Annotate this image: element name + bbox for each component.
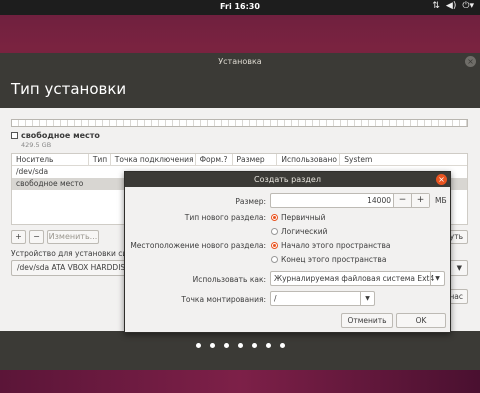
- location-start-radio[interactable]: Начало этого пространства: [271, 241, 391, 250]
- mount-point-label: Точка монтирования:: [181, 295, 266, 304]
- progress-dot: [265, 343, 271, 348]
- chevron-down-icon[interactable]: ▼: [360, 292, 374, 305]
- top-panel: Fri 16:30 ⇅ ◀) ⏻▾: [0, 0, 480, 15]
- volume-icon[interactable]: ◀): [446, 1, 456, 11]
- column-header[interactable]: Тип: [89, 154, 111, 165]
- radio-label: Начало этого пространства: [281, 241, 391, 250]
- column-header[interactable]: Размер: [233, 154, 278, 165]
- close-icon[interactable]: ×: [436, 174, 447, 185]
- dialog-title: Создать раздел: [125, 172, 450, 187]
- close-icon[interactable]: ×: [465, 56, 476, 67]
- column-header[interactable]: Точка подключения: [111, 154, 196, 165]
- legend-swatch: [11, 132, 18, 139]
- page-title: Тип установки: [11, 80, 127, 98]
- column-header[interactable]: Использовано: [277, 154, 341, 165]
- disk-usage-bar: [11, 119, 468, 127]
- add-partition-button[interactable]: +: [11, 230, 26, 244]
- column-header[interactable]: System: [340, 154, 467, 165]
- column-header[interactable]: Носитель: [12, 154, 89, 165]
- table-header: Носитель Тип Точка подключения Форм.? Ра…: [12, 154, 467, 166]
- location-label: Местоположение нового раздела:: [130, 241, 266, 250]
- size-label: Размер:: [235, 197, 266, 206]
- free-space-label: свободное место: [21, 131, 100, 140]
- mount-point-combo[interactable]: / ▼: [270, 291, 375, 306]
- free-space-legend: свободное место: [11, 131, 100, 140]
- filesystem-select[interactable]: Журналируемая файловая система Ext4 ▼: [270, 271, 445, 286]
- mount-point-value[interactable]: /: [274, 294, 277, 303]
- create-partition-dialog: Создать раздел × Размер: 14000 − + МБ Ти…: [124, 171, 451, 333]
- progress-dot: [251, 343, 257, 348]
- partition-actions: + − Изменить...: [11, 230, 99, 244]
- decrement-button[interactable]: −: [393, 194, 411, 207]
- radio-selected-icon: [271, 242, 278, 249]
- radio-selected-icon: [271, 214, 278, 221]
- use-as-label: Использовать как:: [192, 275, 266, 284]
- location-end-radio[interactable]: Конец этого пространства: [271, 255, 386, 264]
- partition-type-label: Тип нового раздела:: [184, 213, 266, 222]
- chevron-down-icon: ▼: [456, 264, 462, 272]
- radio-label: Конец этого пространства: [281, 255, 387, 264]
- progress-dot: [195, 343, 201, 348]
- boot-device-value: /dev/sda ATA VBOX HARDDIS: [17, 263, 126, 272]
- radio-icon: [271, 256, 278, 263]
- progress-dot: [209, 343, 215, 348]
- change-partition-button[interactable]: Изменить...: [47, 230, 99, 244]
- power-icon[interactable]: ⏻▾: [462, 1, 474, 11]
- system-tray[interactable]: ⇅ ◀) ⏻▾: [432, 1, 474, 11]
- size-value[interactable]: 14000: [367, 194, 391, 207]
- clock[interactable]: Fri 16:30: [0, 2, 480, 11]
- network-icon[interactable]: ⇅: [432, 1, 440, 11]
- window-title: Установка: [0, 53, 480, 70]
- progress-dot: [279, 343, 285, 348]
- radio-icon: [271, 228, 278, 235]
- type-primary-radio[interactable]: Первичный: [271, 213, 325, 222]
- progress-dots: [0, 343, 480, 348]
- free-space-size: 429.5 GB: [21, 141, 52, 149]
- type-logical-radio[interactable]: Логический: [271, 227, 328, 236]
- cancel-button[interactable]: Отменить: [341, 313, 393, 328]
- boot-device-label: Устройство для установки си: [11, 249, 128, 258]
- size-spinner[interactable]: 14000 − +: [270, 193, 430, 208]
- size-unit: МБ: [435, 196, 447, 205]
- progress-dot: [223, 343, 229, 348]
- increment-button[interactable]: +: [411, 194, 429, 207]
- radio-label: Логический: [281, 227, 328, 236]
- remove-partition-button[interactable]: −: [29, 230, 44, 244]
- ok-button[interactable]: OK: [396, 313, 446, 328]
- radio-label: Первичный: [281, 213, 326, 222]
- progress-dot: [237, 343, 243, 348]
- page-header: Тип установки: [0, 70, 480, 108]
- progress-footer: [0, 331, 480, 370]
- desktop-background: [0, 370, 480, 393]
- filesystem-value: Журналируемая файловая система Ext4: [274, 274, 435, 283]
- column-header[interactable]: Форм.?: [196, 154, 233, 165]
- chevron-down-icon: ▼: [430, 272, 444, 285]
